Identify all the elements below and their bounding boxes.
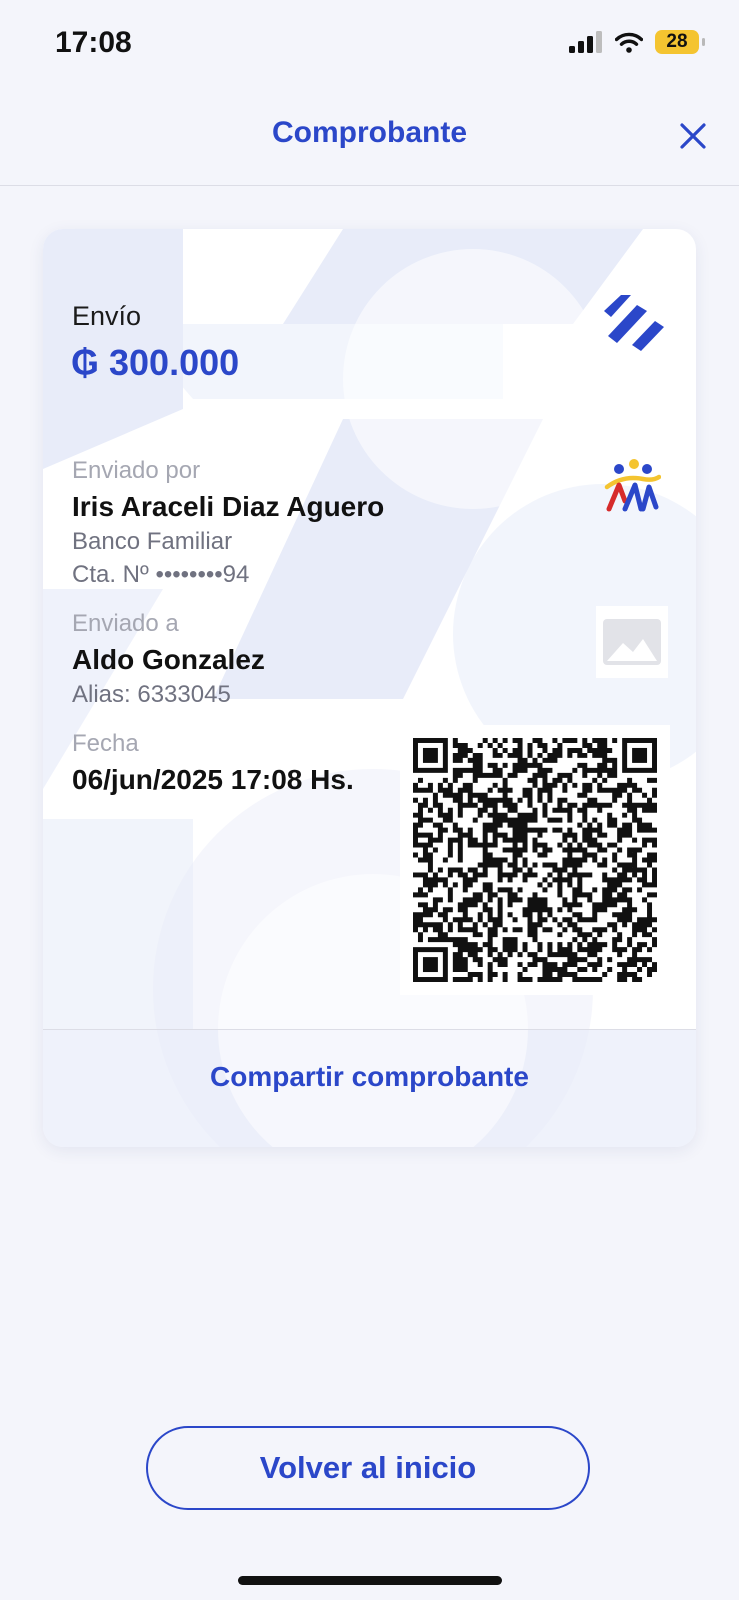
close-icon[interactable] [675,118,711,154]
receipt-card: Envío ₲ 300.000 Enviado por Iris Araceli… [43,229,696,1147]
status-bar: 17:08 28 [0,0,739,90]
brand-logo [604,295,664,351]
status-time: 17:08 [55,26,132,59]
back-to-home-button[interactable]: Volver al inicio [146,1426,590,1510]
recipient-label: Enviado a [72,610,179,637]
card-divider [43,1029,696,1030]
sender-label: Enviado por [72,457,201,484]
image-placeholder [596,606,668,678]
battery-icon: 28 [655,30,705,54]
sender-name: Iris Araceli Diaz Aguero [72,491,385,522]
status-icons: 28 [569,30,705,54]
share-receipt-button[interactable]: Compartir comprobante [43,1061,696,1093]
sender-account: Cta. Nº ••••••••94 [72,561,250,588]
wifi-icon [615,32,643,53]
receipt-content: Envío ₲ 300.000 Enviado por Iris Araceli… [43,229,696,1147]
date-value: 06/jun/2025 17:08 Hs. [72,764,354,795]
page-title: Comprobante [272,116,467,149]
transaction-type-label: Envío [72,301,142,331]
bank-logo [604,459,661,512]
recipient-alias: Alias: 6333045 [72,681,231,708]
sender-bank: Banco Familiar [72,528,233,555]
home-indicator [238,1576,502,1585]
recipient-name: Aldo Gonzalez [72,644,265,675]
image-icon [603,619,661,665]
signal-icon [569,31,602,53]
header: Comprobante [0,90,739,186]
qr-code [400,725,670,995]
amount: ₲ 300.000 [71,342,240,383]
date-label: Fecha [72,730,139,757]
